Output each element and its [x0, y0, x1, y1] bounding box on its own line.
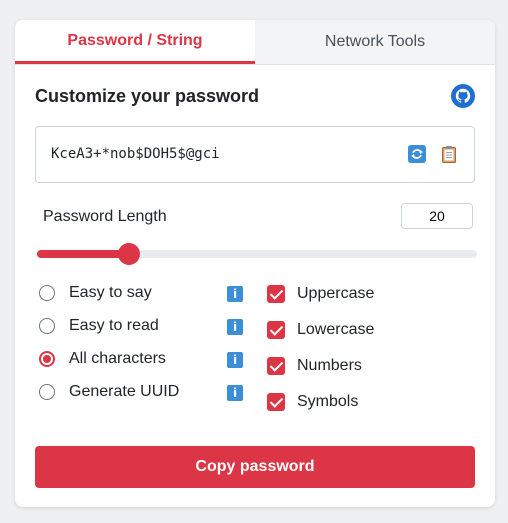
- mode-easy-to-read[interactable]: Easy to read: [39, 315, 159, 337]
- radio-all-characters[interactable]: [39, 351, 55, 367]
- password-text: KceA3+*nob$DOH5$@gci: [51, 146, 220, 162]
- option-label: Lowercase: [297, 321, 375, 338]
- mode-label: Easy to read: [69, 317, 159, 334]
- checkbox-numbers[interactable]: [267, 357, 285, 375]
- copy-password-button[interactable]: Copy password: [35, 446, 475, 488]
- option-label: Symbols: [297, 393, 359, 410]
- info-icon[interactable]: i: [227, 319, 243, 335]
- clipboard-icon[interactable]: [440, 145, 458, 163]
- radio-easy-to-read[interactable]: [39, 318, 55, 334]
- section-title: Customize your password: [35, 86, 260, 106]
- option-lowercase[interactable]: Lowercase: [267, 319, 374, 341]
- option-label: Uppercase: [297, 285, 375, 302]
- option-uppercase[interactable]: Uppercase: [267, 283, 374, 305]
- length-slider-thumb[interactable]: [118, 243, 141, 265]
- tab-password-string[interactable]: Password / String: [15, 20, 255, 64]
- password-length-label: Password Length: [43, 208, 167, 225]
- mode-label: Generate UUID: [69, 383, 180, 400]
- radio-generate-uuid[interactable]: [39, 384, 55, 400]
- option-symbols[interactable]: Symbols: [267, 391, 358, 413]
- mode-label: Easy to say: [69, 284, 152, 301]
- tab-network-tools[interactable]: Network Tools: [255, 20, 495, 64]
- github-icon[interactable]: [451, 84, 475, 108]
- refresh-icon[interactable]: [408, 145, 426, 163]
- checkbox-uppercase[interactable]: [267, 285, 285, 303]
- mode-label: All characters: [69, 350, 166, 367]
- mode-all-characters[interactable]: All characters: [39, 348, 166, 370]
- option-numbers[interactable]: Numbers: [267, 355, 362, 377]
- checkbox-lowercase[interactable]: [267, 321, 285, 339]
- mode-easy-to-say[interactable]: Easy to say: [39, 282, 152, 304]
- tab-bar: Password / String Network Tools: [15, 20, 495, 65]
- option-label: Numbers: [297, 357, 362, 374]
- info-icon[interactable]: i: [227, 352, 243, 368]
- password-generator-card: Password / String Network Tools Customiz…: [15, 20, 495, 507]
- password-output: KceA3+*nob$DOH5$@gci: [35, 126, 475, 183]
- info-icon[interactable]: i: [227, 286, 243, 302]
- checkbox-symbols[interactable]: [267, 393, 285, 411]
- mode-generate-uuid[interactable]: Generate UUID: [39, 381, 179, 403]
- length-slider-fill: [37, 250, 130, 258]
- radio-easy-to-say[interactable]: [39, 285, 55, 301]
- password-length-input[interactable]: [401, 203, 473, 229]
- length-slider[interactable]: [37, 243, 477, 265]
- info-icon[interactable]: i: [227, 385, 243, 401]
